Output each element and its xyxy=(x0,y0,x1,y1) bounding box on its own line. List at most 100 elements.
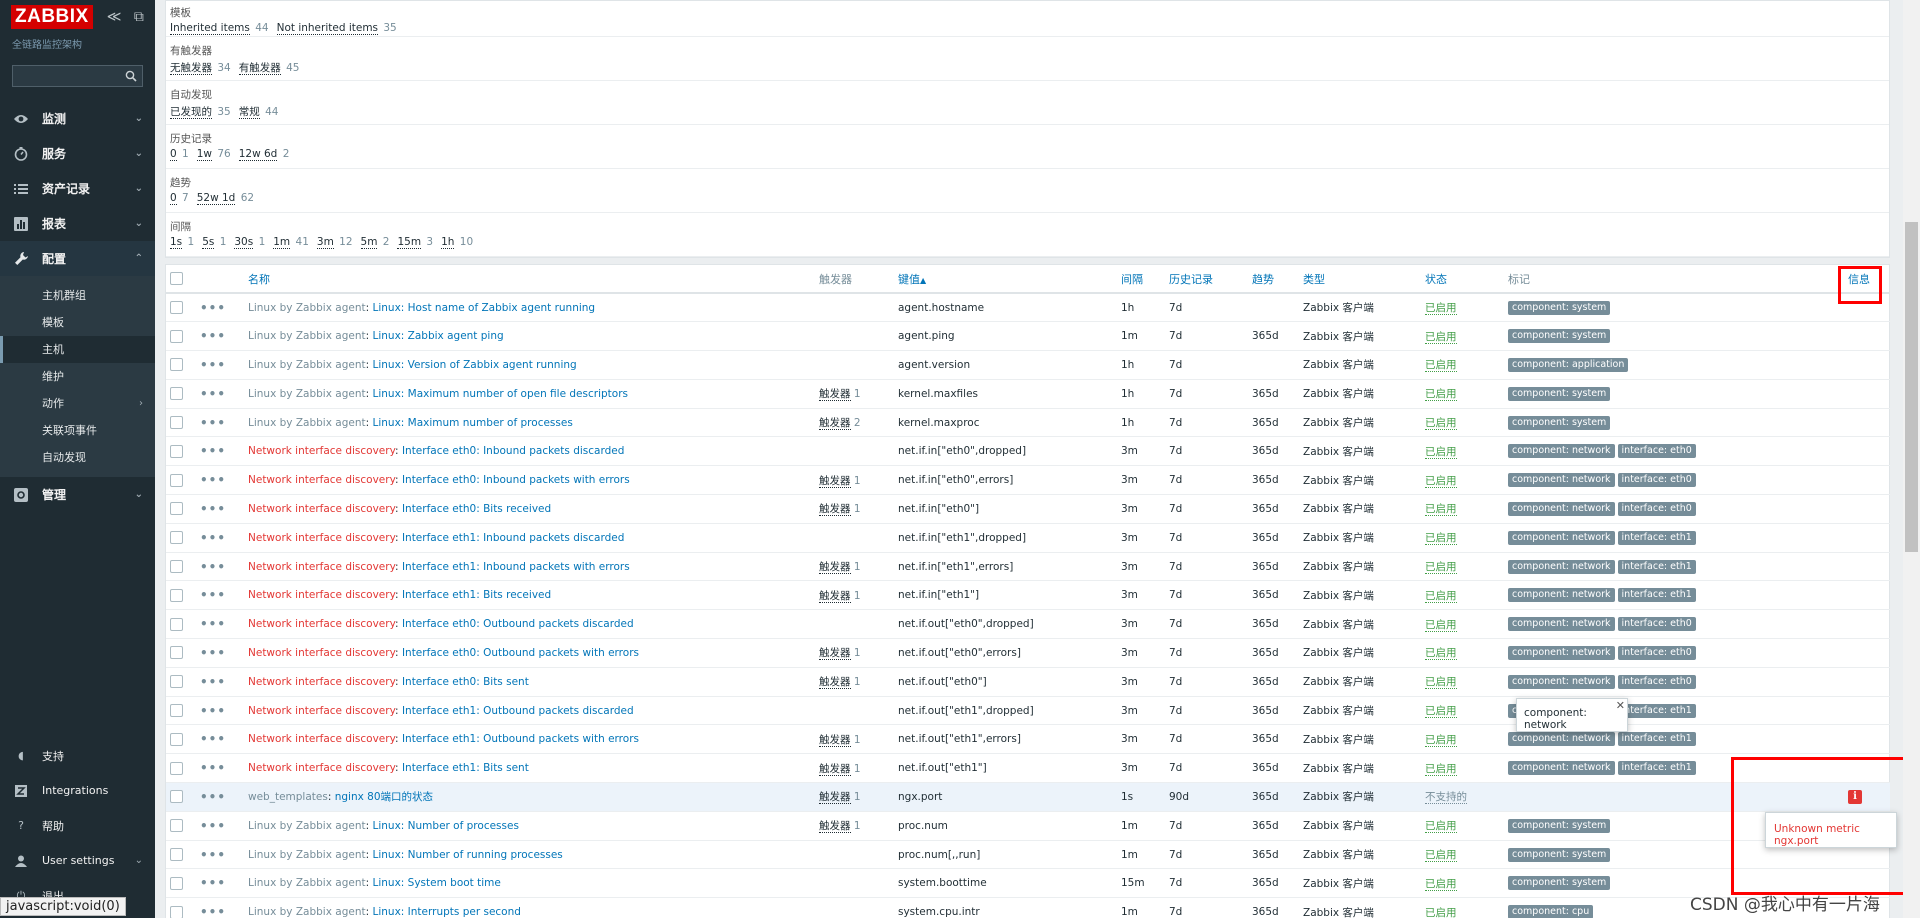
tag-badge[interactable]: component: network xyxy=(1508,444,1615,459)
more-actions-icon[interactable]: ••• xyxy=(200,416,226,430)
template-link[interactable]: Network interface discovery xyxy=(248,589,395,601)
submenu-discovery[interactable]: 自动发现 xyxy=(0,444,155,471)
tag-badge[interactable]: component: network xyxy=(1508,645,1615,660)
more-actions-icon[interactable]: ••• xyxy=(200,848,226,862)
row-checkbox[interactable] xyxy=(170,704,183,718)
subfilter-option[interactable]: 有触发器 xyxy=(238,62,281,75)
status-toggle[interactable]: 已启用 xyxy=(1425,445,1457,459)
tag-badge[interactable]: component: system xyxy=(1508,876,1611,891)
header-trends[interactable]: 趋势 xyxy=(1248,265,1299,294)
more-actions-icon[interactable]: ••• xyxy=(200,675,226,689)
status-toggle[interactable]: 已启用 xyxy=(1425,561,1457,575)
menu-reports[interactable]: 报表 ⌄ xyxy=(0,206,155,241)
item-name-link[interactable]: Interface eth1: Outbound packets discard… xyxy=(402,705,634,717)
tag-badge[interactable]: interface: eth1 xyxy=(1617,588,1696,603)
row-checkbox[interactable] xyxy=(170,588,183,602)
item-name-link[interactable]: Interface eth1: Bits sent xyxy=(402,762,529,774)
template-link[interactable]: Network interface discovery xyxy=(248,618,395,630)
more-actions-icon[interactable]: ••• xyxy=(200,732,226,746)
row-checkbox[interactable] xyxy=(170,416,183,430)
item-name-link[interactable]: Linux: Maximum number of open file descr… xyxy=(373,388,628,400)
triggers-link[interactable]: 触发器 xyxy=(819,820,851,834)
tag-badge[interactable]: component: system xyxy=(1508,329,1611,344)
row-checkbox[interactable] xyxy=(170,560,183,574)
item-name-link[interactable]: Interface eth0: Outbound packets with er… xyxy=(402,647,639,659)
more-actions-icon[interactable]: ••• xyxy=(200,790,226,804)
tag-badge[interactable]: interface: eth1 xyxy=(1617,530,1696,545)
header-status[interactable]: 状态 xyxy=(1421,265,1504,294)
template-link[interactable]: Network interface discovery xyxy=(248,532,395,544)
submenu-event-correlation[interactable]: 关联项事件 xyxy=(0,417,155,444)
subfilter-option[interactable]: 15m xyxy=(397,236,422,249)
item-name-link[interactable]: Interface eth1: Bits received xyxy=(402,589,551,601)
subfilter-option[interactable]: Inherited items xyxy=(170,22,250,35)
template-link[interactable]: Linux by Zabbix agent xyxy=(248,820,366,832)
close-icon[interactable]: ✕ xyxy=(1616,699,1625,712)
menu-services[interactable]: 服务 ⌄ xyxy=(0,136,155,171)
subfilter-option[interactable]: 0 xyxy=(170,192,177,205)
row-checkbox[interactable] xyxy=(170,444,183,458)
menu-user-settings[interactable]: User settings ⌄ xyxy=(0,843,155,878)
menu-monitoring[interactable]: 监测 ⌄ xyxy=(0,101,155,136)
row-checkbox[interactable] xyxy=(170,675,183,689)
triggers-link[interactable]: 触发器 xyxy=(819,762,851,776)
header-interval[interactable]: 间隔 xyxy=(1117,265,1165,294)
subfilter-option[interactable]: 3m xyxy=(316,236,334,249)
tag-badge[interactable]: component: network xyxy=(1508,674,1615,689)
search-input[interactable] xyxy=(13,66,142,86)
status-toggle[interactable]: 已启用 xyxy=(1425,330,1457,344)
more-actions-icon[interactable]: ••• xyxy=(200,387,226,401)
subfilter-option[interactable]: 1w xyxy=(196,148,212,161)
subfilter-option[interactable]: 1m xyxy=(273,236,291,249)
status-toggle[interactable]: 已启用 xyxy=(1425,647,1457,661)
status-toggle[interactable]: 已启用 xyxy=(1425,302,1457,316)
template-link[interactable]: Linux by Zabbix agent xyxy=(248,849,366,861)
menu-support[interactable]: ◖ 支持 xyxy=(0,738,155,773)
tag-badge[interactable]: interface: eth0 xyxy=(1617,674,1696,689)
item-name-link[interactable]: Linux: Maximum number of processes xyxy=(373,417,573,429)
template-link[interactable]: Linux by Zabbix agent xyxy=(248,877,366,889)
subfilter-option[interactable]: 30s xyxy=(234,236,254,249)
tag-badge[interactable]: interface: eth1 xyxy=(1617,559,1696,574)
row-checkbox[interactable] xyxy=(170,358,183,372)
triggers-link[interactable]: 触发器 xyxy=(819,733,851,747)
row-checkbox[interactable] xyxy=(170,502,183,516)
template-link[interactable]: Network interface discovery xyxy=(248,445,395,457)
item-name-link[interactable]: Linux: Host name of Zabbix agent running xyxy=(373,302,596,314)
status-toggle[interactable]: 已启用 xyxy=(1425,820,1457,834)
tag-badge[interactable]: component: application xyxy=(1508,357,1629,372)
subfilter-option[interactable]: 52w 1d xyxy=(196,192,236,205)
subfilter-option[interactable]: Not inherited items xyxy=(276,22,379,35)
zabbix-logo[interactable]: ZABBIX xyxy=(11,5,93,29)
tag-badge[interactable]: interface: eth0 xyxy=(1617,473,1696,488)
tag-badge[interactable]: component: network xyxy=(1508,588,1615,603)
status-toggle[interactable]: 已启用 xyxy=(1425,532,1457,546)
row-checkbox[interactable] xyxy=(170,617,183,631)
status-toggle[interactable]: 已启用 xyxy=(1425,733,1457,747)
row-checkbox[interactable] xyxy=(170,761,183,775)
more-actions-icon[interactable]: ••• xyxy=(200,531,226,545)
template-link[interactable]: Network interface discovery xyxy=(248,733,395,745)
more-actions-icon[interactable]: ••• xyxy=(200,761,226,775)
item-name-link[interactable]: Interface eth0: Inbound packets with err… xyxy=(402,474,630,486)
submenu-hosts[interactable]: 主机 xyxy=(0,336,155,363)
item-name-link[interactable]: Interface eth1: Inbound packets with err… xyxy=(402,561,630,573)
item-name-link[interactable]: Linux: Interrupts per second xyxy=(373,906,521,918)
subfilter-option[interactable]: 1h xyxy=(441,236,455,249)
template-link[interactable]: Linux by Zabbix agent xyxy=(248,388,366,400)
item-name-link[interactable]: Linux: Version of Zabbix agent running xyxy=(373,359,577,371)
tag-badge[interactable]: interface: eth1 xyxy=(1617,732,1696,747)
header-key[interactable]: 键值▲ xyxy=(894,265,1117,294)
more-actions-icon[interactable]: ••• xyxy=(200,502,226,516)
status-toggle[interactable]: 已启用 xyxy=(1425,503,1457,517)
more-actions-icon[interactable]: ••• xyxy=(200,876,226,890)
status-toggle[interactable]: 已启用 xyxy=(1425,877,1457,891)
triggers-link[interactable]: 触发器 xyxy=(819,417,851,431)
tag-badge[interactable]: component: cpu xyxy=(1508,905,1594,918)
subfilter-option[interactable]: 0 xyxy=(170,148,177,161)
row-checkbox[interactable] xyxy=(170,387,183,401)
status-toggle[interactable]: 已启用 xyxy=(1425,474,1457,488)
triggers-link[interactable]: 触发器 xyxy=(819,676,851,690)
row-checkbox[interactable] xyxy=(170,329,183,343)
header-history[interactable]: 历史记录 xyxy=(1165,265,1248,294)
